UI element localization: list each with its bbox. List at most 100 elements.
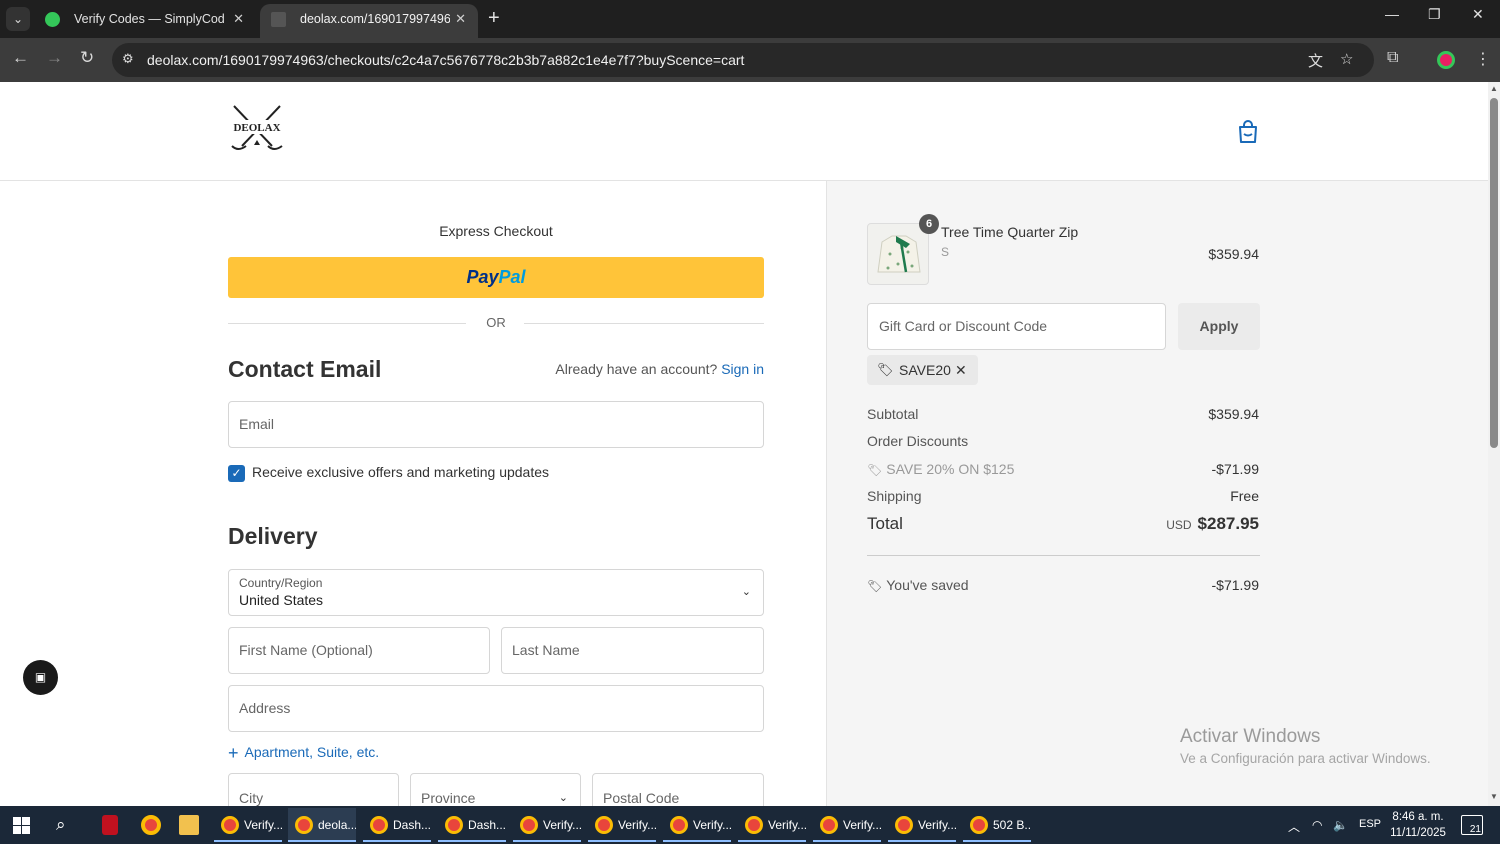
country-label: Country/Region bbox=[239, 576, 323, 590]
tab-close-icon[interactable]: ✕ bbox=[233, 4, 244, 34]
language-indicator[interactable]: ESP bbox=[1359, 818, 1381, 830]
show-hidden-icons-chevron-icon[interactable]: ︿ bbox=[1288, 818, 1300, 835]
task-label: Verify... bbox=[918, 818, 956, 832]
tag-icon: 🏷 bbox=[877, 362, 894, 377]
taskbar-chrome-window[interactable]: Verify... bbox=[513, 808, 581, 842]
scroll-up-icon[interactable]: ▲ bbox=[1490, 84, 1498, 93]
taskbar-chrome-window[interactable]: Verify... bbox=[214, 808, 282, 842]
file-explorer-icon[interactable] bbox=[179, 815, 199, 835]
tab-deolax-checkout[interactable]: deolax.com/1690179974963/ch ✕ bbox=[260, 4, 478, 38]
taskbar-chrome-window[interactable]: Verify... bbox=[813, 808, 881, 842]
scroll-down-icon[interactable]: ▼ bbox=[1490, 792, 1498, 801]
windows-taskbar: ⌕ Verify... deola... Dash... Dash... Ver… bbox=[0, 806, 1500, 844]
taskbar-chrome-window[interactable]: 502 B... bbox=[963, 808, 1031, 842]
city-field[interactable]: City bbox=[228, 773, 399, 806]
account-prompt: Already have an account? Sign in bbox=[540, 361, 764, 377]
applied-code-text: SAVE20 bbox=[899, 362, 951, 378]
page-scrollbar[interactable]: ▲ ▼ bbox=[1488, 82, 1500, 806]
new-tab-icon[interactable]: + bbox=[488, 7, 500, 30]
first-name-field[interactable]: First Name (Optional) bbox=[228, 627, 490, 674]
address-bar[interactable]: ⚙ deolax.com/1690179974963/checkouts/c2c… bbox=[112, 43, 1374, 77]
applied-discount-chip: 🏷 SAVE20 ✕ bbox=[867, 355, 978, 385]
taskbar-chrome-window[interactable]: Verify... bbox=[738, 808, 806, 842]
tab-verify-codes[interactable]: Verify Codes — SimplyCodes ✕ bbox=[34, 4, 256, 38]
province-placeholder: Province bbox=[421, 790, 476, 806]
task-label: Dash... bbox=[468, 818, 506, 832]
reload-icon[interactable]: ↻ bbox=[80, 48, 94, 68]
wifi-icon[interactable]: ◠ bbox=[1312, 818, 1322, 832]
chrome-icon bbox=[745, 816, 763, 834]
postal-code-field[interactable]: Postal Code bbox=[592, 773, 764, 806]
url-text[interactable]: deolax.com/1690179974963/checkouts/c2c4a… bbox=[147, 52, 744, 68]
tab-search-icon[interactable]: ⌄ bbox=[6, 7, 30, 31]
tab-title: Verify Codes — SimplyCodes bbox=[74, 12, 224, 26]
email-field[interactable]: Email bbox=[228, 401, 764, 448]
restore-icon[interactable]: ❐ bbox=[1428, 6, 1441, 23]
address-field[interactable]: Address bbox=[228, 685, 764, 732]
total-amount: USD $287.95 bbox=[1109, 514, 1259, 534]
taskbar-chrome-window[interactable]: Dash... bbox=[438, 808, 506, 842]
product-thumbnail bbox=[867, 223, 929, 285]
chevron-down-icon: ⌄ bbox=[558, 792, 568, 804]
chevron-down-icon: ⌄ bbox=[741, 586, 751, 598]
express-checkout-label: Express Checkout bbox=[439, 223, 553, 239]
taskbar-chrome-window[interactable]: Verify... bbox=[888, 808, 956, 842]
paypal-button[interactable]: PayPal bbox=[228, 257, 764, 298]
notification-center-icon[interactable]: 21 bbox=[1461, 815, 1483, 835]
deolax-logo-icon[interactable]: DEOLAX bbox=[226, 102, 288, 154]
taskbar-chrome-window[interactable]: Dash... bbox=[363, 808, 431, 842]
saved-value: -$71.99 bbox=[1211, 577, 1259, 593]
last-name-placeholder: Last Name bbox=[512, 642, 580, 658]
apply-discount-button[interactable]: Apply bbox=[1178, 303, 1260, 350]
shopping-bag-icon[interactable] bbox=[1237, 120, 1259, 144]
antivirus-icon[interactable] bbox=[102, 815, 118, 835]
window-close-icon[interactable]: ✕ bbox=[1472, 6, 1484, 23]
notification-count: 21 bbox=[1469, 824, 1481, 835]
last-name-field[interactable]: Last Name bbox=[501, 627, 764, 674]
province-select[interactable]: Province ⌄ bbox=[410, 773, 581, 806]
chrome-pinned-icon[interactable] bbox=[141, 815, 161, 835]
menu-kebab-icon[interactable]: ⋮ bbox=[1475, 49, 1491, 69]
sign-in-link[interactable]: Sign in bbox=[721, 361, 764, 377]
marketing-checkbox[interactable]: ✓ bbox=[228, 465, 245, 482]
shipping-value: Free bbox=[1230, 488, 1259, 504]
chrome-icon bbox=[295, 816, 313, 834]
back-icon[interactable]: ← bbox=[12, 48, 29, 68]
country-select[interactable]: Country/Region United States ⌄ bbox=[228, 569, 764, 616]
task-label: deola... bbox=[318, 818, 356, 832]
discount-placeholder: Gift Card or Discount Code bbox=[879, 318, 1048, 334]
taskbar-chrome-window[interactable]: deola... bbox=[288, 808, 356, 842]
site-settings-icon[interactable]: ⚙ bbox=[122, 51, 134, 67]
discount-code-input[interactable]: Gift Card or Discount Code bbox=[867, 303, 1166, 350]
taskbar-chrome-window[interactable]: Verify... bbox=[663, 808, 731, 842]
chat-bubble-icon[interactable]: ▣ bbox=[23, 660, 58, 695]
extensions-puzzle-icon[interactable]: ⧉ bbox=[1387, 49, 1398, 67]
chrome-icon bbox=[445, 816, 463, 834]
scrollbar-thumb[interactable] bbox=[1490, 98, 1498, 448]
paypal-logo-part1: Pay bbox=[466, 267, 499, 287]
taskbar-search-icon[interactable]: ⌕ bbox=[56, 815, 66, 835]
minimize-icon[interactable]: — bbox=[1385, 6, 1399, 22]
task-label: Verify... bbox=[618, 818, 656, 832]
bookmark-star-icon[interactable]: ☆ bbox=[1340, 50, 1353, 68]
order-summary: 6 Tree Time Quarter Zip S $359.94 Gift C… bbox=[826, 181, 1488, 806]
clock[interactable]: 8:46 a. m. 11/11/2025 bbox=[1385, 809, 1451, 841]
tab-close-icon[interactable]: ✕ bbox=[455, 4, 466, 34]
summary-divider bbox=[867, 555, 1260, 556]
windows-start-icon[interactable] bbox=[13, 817, 30, 834]
forward-icon[interactable]: → bbox=[46, 48, 63, 68]
task-label: Dash... bbox=[393, 818, 431, 832]
country-value: United States bbox=[239, 592, 324, 608]
chrome-icon bbox=[221, 816, 239, 834]
saved-line: 🏷 You've saved bbox=[867, 577, 969, 593]
task-label: Verify... bbox=[843, 818, 881, 832]
add-apartment-link[interactable]: + Apartment, Suite, etc. bbox=[228, 743, 379, 764]
taskbar-chrome-window[interactable]: Verify... bbox=[588, 808, 656, 842]
saved-label: You've saved bbox=[886, 577, 969, 593]
profile-avatar-icon[interactable] bbox=[1437, 51, 1455, 69]
translate-icon[interactable]: 文 bbox=[1308, 50, 1323, 71]
subtotal-value: $359.94 bbox=[1208, 406, 1259, 422]
volume-icon[interactable]: 🔈 bbox=[1333, 818, 1348, 832]
deolax-favicon-icon bbox=[271, 12, 286, 27]
remove-discount-icon[interactable]: ✕ bbox=[955, 355, 967, 385]
